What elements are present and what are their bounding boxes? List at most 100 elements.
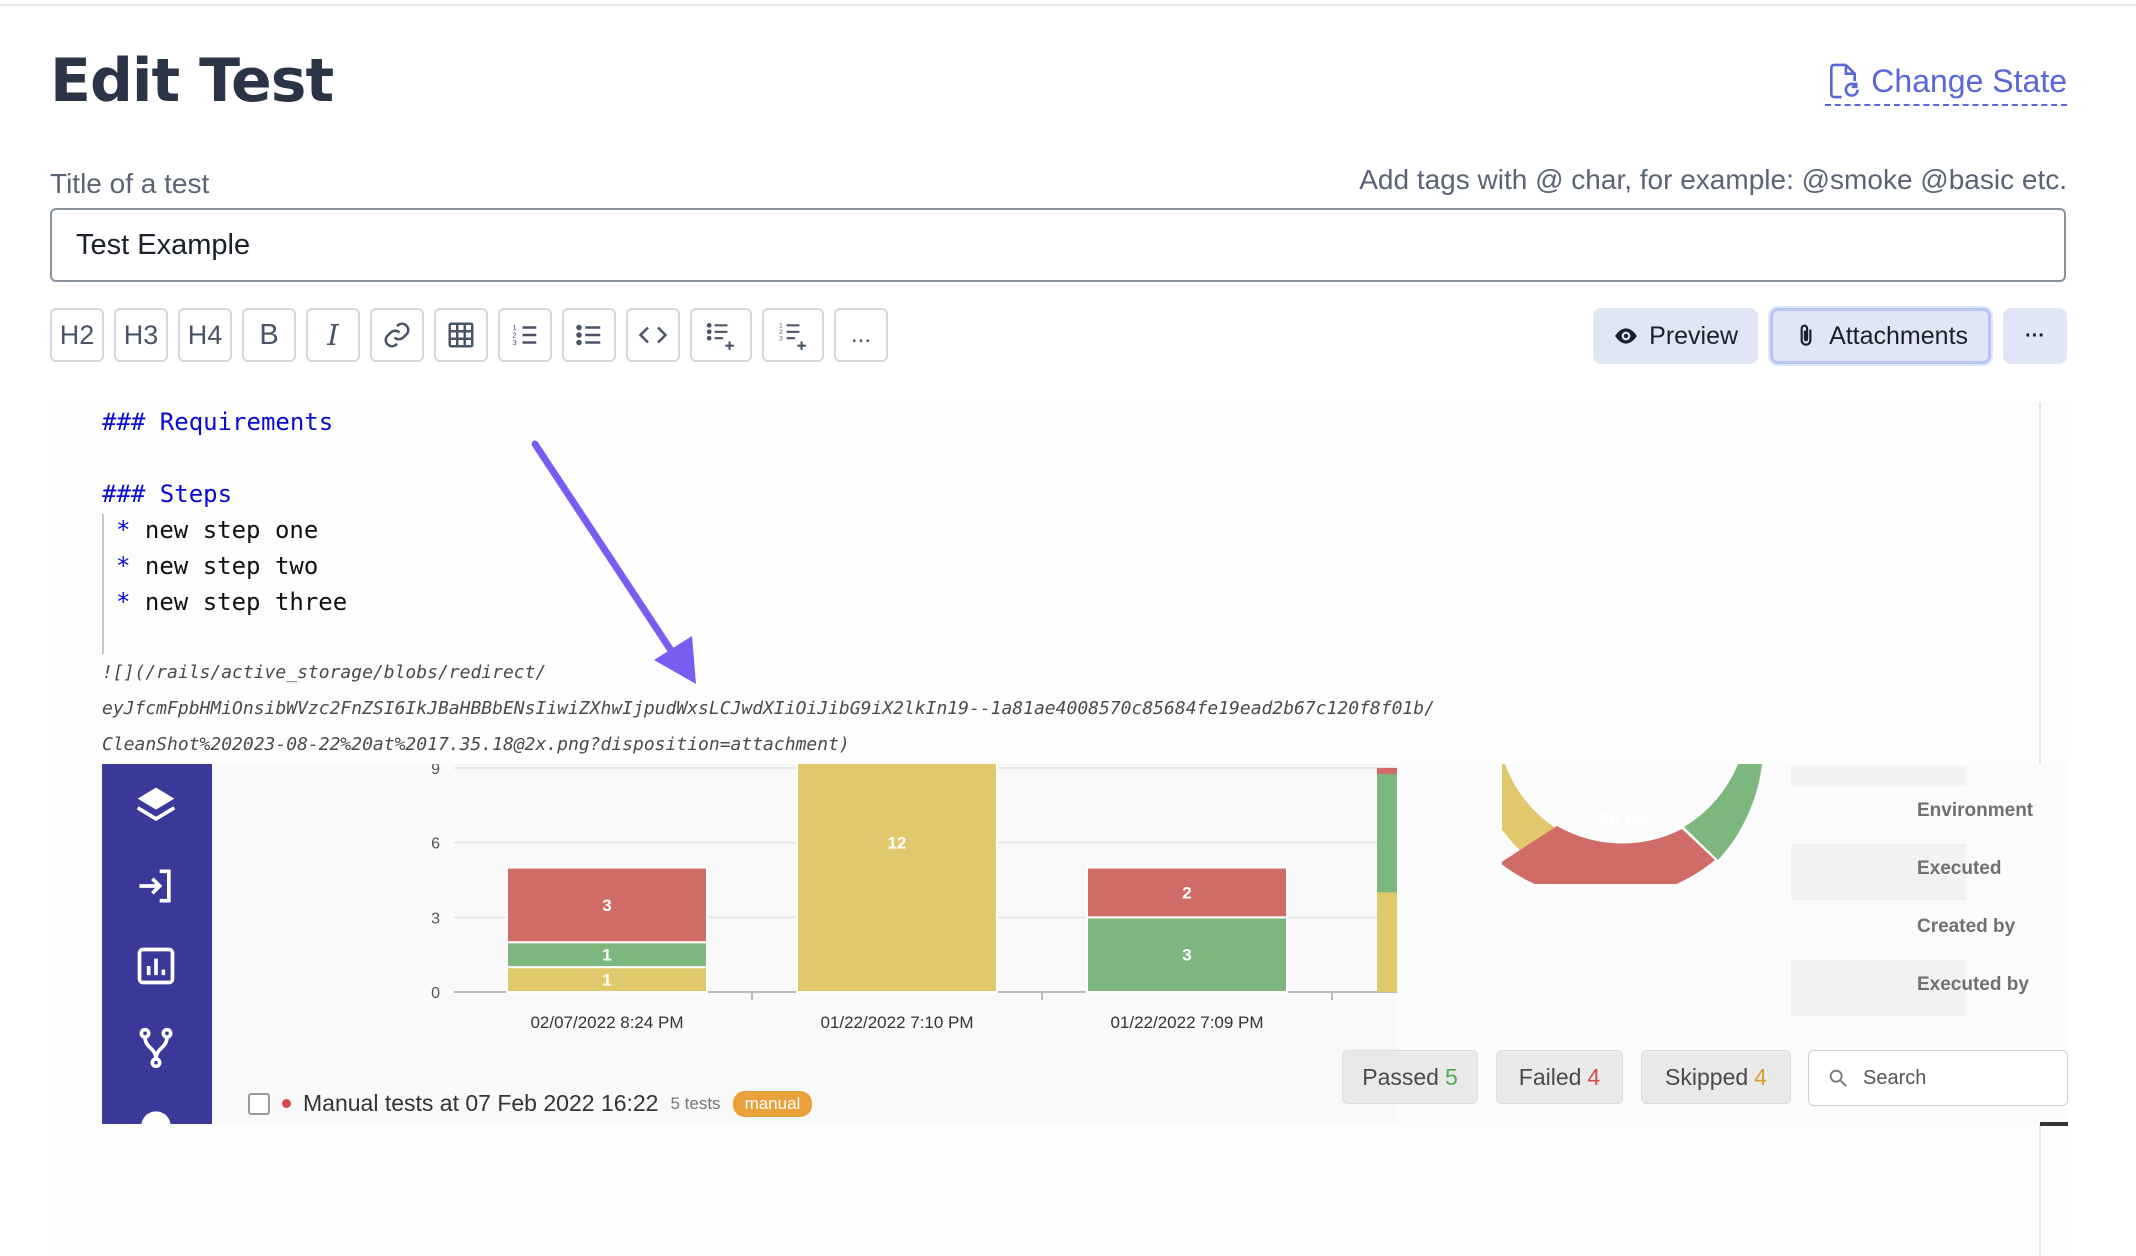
preview-button[interactable]: Preview [1593,308,1759,364]
run-checkbox[interactable] [248,1092,270,1115]
list-plus-icon [706,322,734,350]
h2-button[interactable]: H2 [50,308,104,362]
bar-data-label: 3 [1182,946,1191,965]
skipped-count: 4 [1754,1063,1767,1090]
branch-icon [139,1027,173,1069]
change-state-label: Change State [1871,62,2067,99]
h3-label: H3 [123,319,159,350]
md-step-text: new step one [144,516,319,544]
failed-count: 4 [1587,1063,1601,1090]
meta-executed-by: Executed by [1917,974,2029,995]
md-bullet: * [116,588,131,616]
bar-segment [796,764,998,993]
run-count: 5 tests [670,1093,721,1113]
search-placeholder: Search [1863,1066,1927,1089]
passed-filter-button[interactable]: Passed 5 [1342,1050,1478,1104]
svg-text:3: 3 [779,335,783,342]
italic-label: I [327,318,339,352]
editor-toolbar: H2 H3 H4 B I 123 123 ... [50,308,888,362]
overflow-label: ··· [2025,324,2045,347]
y-tick-label: 3 [431,910,440,927]
chart-svg: 0 3 6 9 1 1 3 02/07/2022 8:24 PM 12 01/22/2022 7:… [431,764,1397,1032]
meta-row-bg [1791,766,1966,786]
stacked-bar-chart: 0 3 6 9 1 1 3 02/07/2022 8:24 PM 12 01/22/2022 7:… [212,764,1397,1124]
overflow-menu-button[interactable]: ··· [2003,308,2067,364]
h3-button[interactable]: H3 [114,308,168,362]
y-tick-label: 9 [431,764,440,778]
passed-label: Passed [1362,1063,1439,1090]
md-heading-steps: ### Steps [102,480,233,508]
italic-button[interactable]: I [306,308,360,362]
link-icon [384,322,410,348]
x-tick-label: 01/22/2022 7:09 PM [1110,1013,1263,1032]
bar-segment-partial [1377,768,1397,774]
unordered-list-icon [576,324,601,346]
md-heading-requirements: ### Requirements [102,408,334,436]
title-label: Title of a test [50,168,210,199]
donut-label: 30.8% [1600,810,1651,830]
bold-label: B [259,318,279,351]
table-button[interactable] [434,308,488,362]
x-tick-label: 02/07/2022 8:24 PM [530,1013,683,1032]
skipped-filter-button[interactable]: Skipped 4 [1641,1050,1791,1104]
code-icon [638,326,668,344]
h2-label: H2 [59,319,95,350]
manual-run-row[interactable]: Manual tests at 07 Feb 2022 16:22 5 test… [248,1090,813,1117]
page-title: Edit Test [50,46,334,116]
image-link-line-1: ![](/rails/active_storage/blobs/redirect… [102,662,547,683]
more-label: ... [850,321,871,348]
meta-executed: Executed [1917,858,2002,879]
link-button[interactable] [370,308,424,362]
bar-segment-partial [1377,892,1397,992]
bar-data-label: 2 [1182,883,1191,902]
add-numbered-step-button[interactable]: 123 [762,308,824,362]
failed-label: Failed [1518,1063,1582,1090]
md-bullet: * [116,552,131,580]
table-icon [448,322,474,348]
image-link-line-3: CleanShot%202023-08-22%20at%2017.35.18@2… [102,734,850,755]
failed-filter-button[interactable]: Failed 4 [1496,1050,1623,1104]
layers-icon [136,787,176,821]
eye-icon [1615,328,1637,344]
h4-button[interactable]: H4 [178,308,232,362]
gear-icon [141,1111,171,1124]
attachments-button[interactable]: Attachments [1770,308,1992,364]
editor-actions: Preview Attachments ··· [1593,308,2067,364]
bar-chart-icon [137,947,175,985]
md-step-text: new step two [144,552,319,580]
ordered-list-icon: 123 [513,323,537,347]
status-dot [282,1099,291,1108]
skipped-label: Skipped [1665,1063,1749,1090]
y-tick-label: 6 [431,836,440,853]
manual-tag: manual [732,1090,813,1117]
x-tick-label: 01/22/2022 7:10 PM [820,1013,973,1032]
bar-data-label: 1 [602,971,611,990]
change-state-link[interactable]: Change State [1825,62,2067,106]
numbered-list-plus-icon: 123 [779,323,806,350]
attachments-label: Attachments [1829,321,1969,350]
md-step: * new step one [116,516,318,544]
y-tick-label: 0 [431,985,440,1002]
underline-marker [2040,1122,2068,1126]
code-button[interactable] [626,308,680,362]
add-bullet-step-button[interactable] [690,308,752,362]
md-step: * new step three [116,588,347,616]
md-step-text: new step three [144,588,348,616]
more-formatting-button[interactable]: ... [834,308,888,362]
preview-label: Preview [1649,321,1739,350]
search-icon [1829,1069,1847,1087]
embedded-search-input[interactable]: Search [1808,1050,2068,1106]
svg-text:3: 3 [513,338,517,347]
unordered-list-button[interactable] [562,308,616,362]
ordered-list-button[interactable]: 123 [498,308,552,362]
sign-in-icon [139,869,171,903]
meta-created-by: Created by [1917,916,2016,937]
run-title: Manual tests at 07 Feb 2022 16:22 [303,1090,659,1116]
paperclip-icon [1800,324,1812,346]
test-title-input[interactable] [50,208,2066,282]
md-step: * new step two [116,552,318,580]
bar-data-label: 1 [602,946,611,965]
tags-hint: Add tags with @ char, for example: @smok… [1359,164,2067,195]
image-link-line-2: eyJfcmFpbHMiOnsibWVzc2FnZSI6IkJBaHBBbENs… [102,698,1435,719]
bold-button[interactable]: B [242,308,296,362]
